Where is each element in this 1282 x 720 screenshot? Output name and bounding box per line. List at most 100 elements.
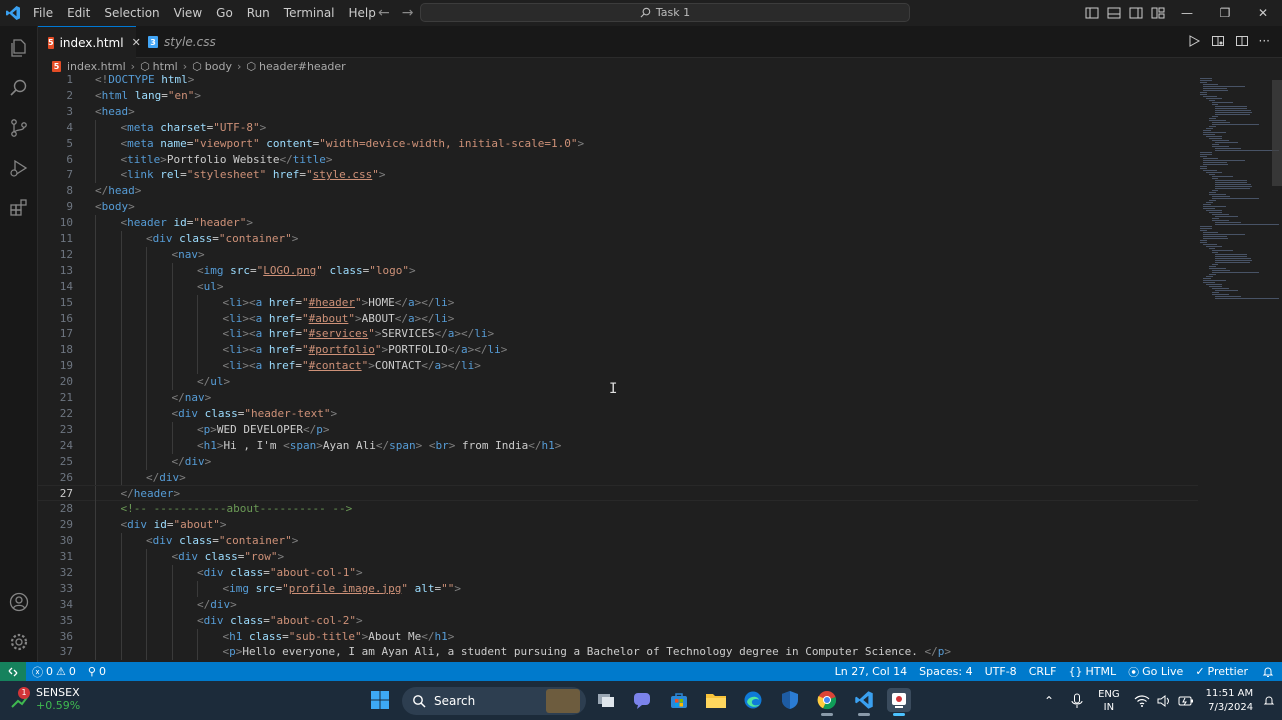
code-line[interactable]: 4 <meta charset="UTF-8">	[38, 119, 1198, 136]
code-line[interactable]: 19 <li><a href="#contact">CONTACT</a></li…	[38, 358, 1198, 375]
code-line[interactable]: 30 <div class="container">	[38, 533, 1198, 550]
code-line[interactable]: 25 </div>	[38, 453, 1198, 470]
accounts-icon[interactable]	[7, 590, 31, 614]
code-line[interactable]: 33 <img src="profile image.jpg" alt="">	[38, 580, 1198, 597]
go-live-button[interactable]: ⦿ Go Live	[1122, 664, 1189, 680]
tab-style-css[interactable]: 3 style.css	[138, 26, 238, 58]
more-actions-icon[interactable]: ···	[1259, 34, 1270, 48]
code-line[interactable]: 3 <head>	[38, 104, 1198, 120]
clock[interactable]: 11:51 AM 7/3/2024	[1206, 687, 1253, 715]
notifications-bell-icon[interactable]	[1254, 666, 1282, 678]
code-editor[interactable]: 1 <!DOCTYPE html> 2 <html lang="en"> 3 <head>…	[38, 74, 1282, 662]
code-line[interactable]: 17 <li><a href="#services">SERVICES</a></…	[38, 326, 1198, 343]
menu-edit[interactable]: Edit	[60, 0, 97, 26]
breadcrumb-html[interactable]: ⬡ html	[140, 60, 178, 73]
end-of-line[interactable]: CRLF	[1023, 665, 1063, 678]
code-line[interactable]: 2 <html lang="en">	[38, 88, 1198, 104]
extensions-icon[interactable]	[7, 196, 31, 220]
battery-icon[interactable]	[1178, 694, 1194, 708]
run-and-debug-icon[interactable]	[7, 156, 31, 180]
code-line[interactable]: 34 </div>	[38, 596, 1198, 613]
close-window-icon[interactable]: ✕	[1244, 0, 1282, 26]
taskbar-search[interactable]: Search	[402, 687, 586, 715]
toggle-secondary-sidebar-icon[interactable]	[1128, 5, 1144, 21]
code-line[interactable]: 11 <div class="container">	[38, 231, 1198, 247]
code-line[interactable]: 8 </head>	[38, 183, 1198, 199]
menu-terminal[interactable]: Terminal	[277, 0, 342, 26]
language-indicator[interactable]: ENG IN	[1098, 688, 1120, 714]
vscode-taskbar-icon[interactable]	[852, 688, 876, 716]
notification-center-icon[interactable]	[1263, 695, 1275, 707]
minimize-icon[interactable]: —	[1168, 0, 1206, 26]
teams-chat-icon[interactable]	[630, 688, 654, 712]
code-line[interactable]: 9 <body>	[38, 199, 1198, 215]
vscode-logo-icon[interactable]	[0, 0, 26, 26]
code-line[interactable]: 12 <nav>	[38, 246, 1198, 263]
forward-arrow-icon[interactable]: →	[402, 5, 414, 21]
code-line[interactable]: 13 <img src="LOGO.png" class="logo">	[38, 262, 1198, 279]
chrome-browser-icon[interactable]	[815, 688, 839, 716]
screen-recorder-icon[interactable]	[887, 688, 911, 716]
file-explorer-icon[interactable]	[704, 688, 728, 712]
command-center-search[interactable]: Task 1	[420, 3, 910, 22]
code-line[interactable]: 7 <link rel="stylesheet" href="style.css"…	[38, 167, 1198, 184]
windows-security-icon[interactable]	[778, 688, 802, 712]
back-arrow-icon[interactable]: ←	[378, 5, 390, 21]
code-line[interactable]: 6 <title>Portfolio Website</title>	[38, 151, 1198, 168]
remote-indicator-icon[interactable]	[0, 662, 26, 681]
menu-go[interactable]: Go	[209, 0, 240, 26]
code-line[interactable]: 16 <li><a href="#about">ABOUT</a></li>	[38, 310, 1198, 327]
editor-scrollbar[interactable]	[1272, 80, 1282, 186]
breadcrumb-body[interactable]: ⬡ body	[192, 60, 232, 73]
encoding[interactable]: UTF-8	[979, 665, 1023, 678]
manage-gear-icon[interactable]	[7, 630, 31, 654]
code-line[interactable]: 24 <h1>Hi , I'm <span>Ayan Ali</span> <br…	[38, 437, 1198, 454]
stock-widget[interactable]: 1 SENSEX +0.59%	[10, 686, 80, 712]
code-line[interactable]: 1 <!DOCTYPE html>	[38, 74, 1198, 88]
code-line[interactable]: 22 <div class="header-text">	[38, 405, 1198, 422]
open-preview-icon[interactable]	[1211, 34, 1225, 48]
code-line[interactable]: 32 <div class="about-col-1">	[38, 564, 1198, 581]
language-mode[interactable]: {} HTML	[1062, 665, 1122, 678]
indentation[interactable]: Spaces: 4	[913, 665, 978, 678]
run-icon[interactable]	[1187, 34, 1201, 48]
customize-layout-icon[interactable]	[1150, 5, 1166, 21]
tab-index-html[interactable]: 5 index.html ✕	[38, 26, 141, 58]
task-view-icon[interactable]	[594, 688, 618, 712]
minimap[interactable]	[1196, 74, 1279, 299]
search-icon[interactable]	[7, 76, 31, 100]
code-line[interactable]: 5 <meta name="viewport" content="width=de…	[38, 135, 1198, 152]
menu-run[interactable]: Run	[240, 0, 277, 26]
code-line[interactable]: 20 </ul>	[38, 374, 1198, 391]
code-line[interactable]: 29 <div id="about">	[38, 517, 1198, 534]
split-editor-icon[interactable]	[1235, 34, 1249, 48]
edge-browser-icon[interactable]	[741, 688, 765, 712]
wifi-icon[interactable]	[1134, 694, 1150, 708]
breadcrumb-file[interactable]: 5 index.html	[52, 60, 126, 73]
code-line[interactable]: 27 </header>	[38, 485, 1198, 503]
toggle-panel-icon[interactable]	[1106, 5, 1122, 21]
code-line[interactable]: 31 <div class="row">	[38, 549, 1198, 565]
start-button[interactable]	[368, 688, 392, 712]
menu-file[interactable]: File	[26, 0, 60, 26]
restore-icon[interactable]: ❐	[1206, 0, 1244, 26]
code-line[interactable]: 37 <p>Hello everyone, I am Ayan Ali, a st…	[38, 644, 1198, 661]
prettier-status[interactable]: ✓ Prettier	[1189, 665, 1254, 678]
menu-selection[interactable]: Selection	[97, 0, 166, 26]
toggle-primary-sidebar-icon[interactable]	[1084, 5, 1100, 21]
code-line[interactable]: 36 <h1 class="sub-title">About Me</h1>	[38, 628, 1198, 645]
explorer-icon[interactable]	[7, 36, 31, 60]
microsoft-store-icon[interactable]	[667, 688, 691, 712]
volume-icon[interactable]	[1156, 694, 1172, 708]
problems-indicator[interactable]: ⓧ 0 ⚠ 0	[26, 664, 82, 680]
code-line[interactable]: 35 <div class="about-col-2">	[38, 612, 1198, 629]
code-line[interactable]: 26 </div>	[38, 469, 1198, 486]
code-line[interactable]: 15 <li><a href="#header">HOME</a></li>	[38, 294, 1198, 311]
code-line[interactable]: 23 <p>WED DEVELOPER</p>	[38, 421, 1198, 438]
cursor-position[interactable]: Ln 27, Col 14	[829, 665, 914, 678]
ports-indicator[interactable]: ⚲ 0	[82, 665, 112, 678]
chevron-up-icon[interactable]: ⌃	[1044, 694, 1054, 708]
microphone-icon[interactable]	[1070, 693, 1084, 709]
source-control-icon[interactable]	[7, 116, 31, 140]
code-line[interactable]: 14 <ul>	[38, 278, 1198, 295]
